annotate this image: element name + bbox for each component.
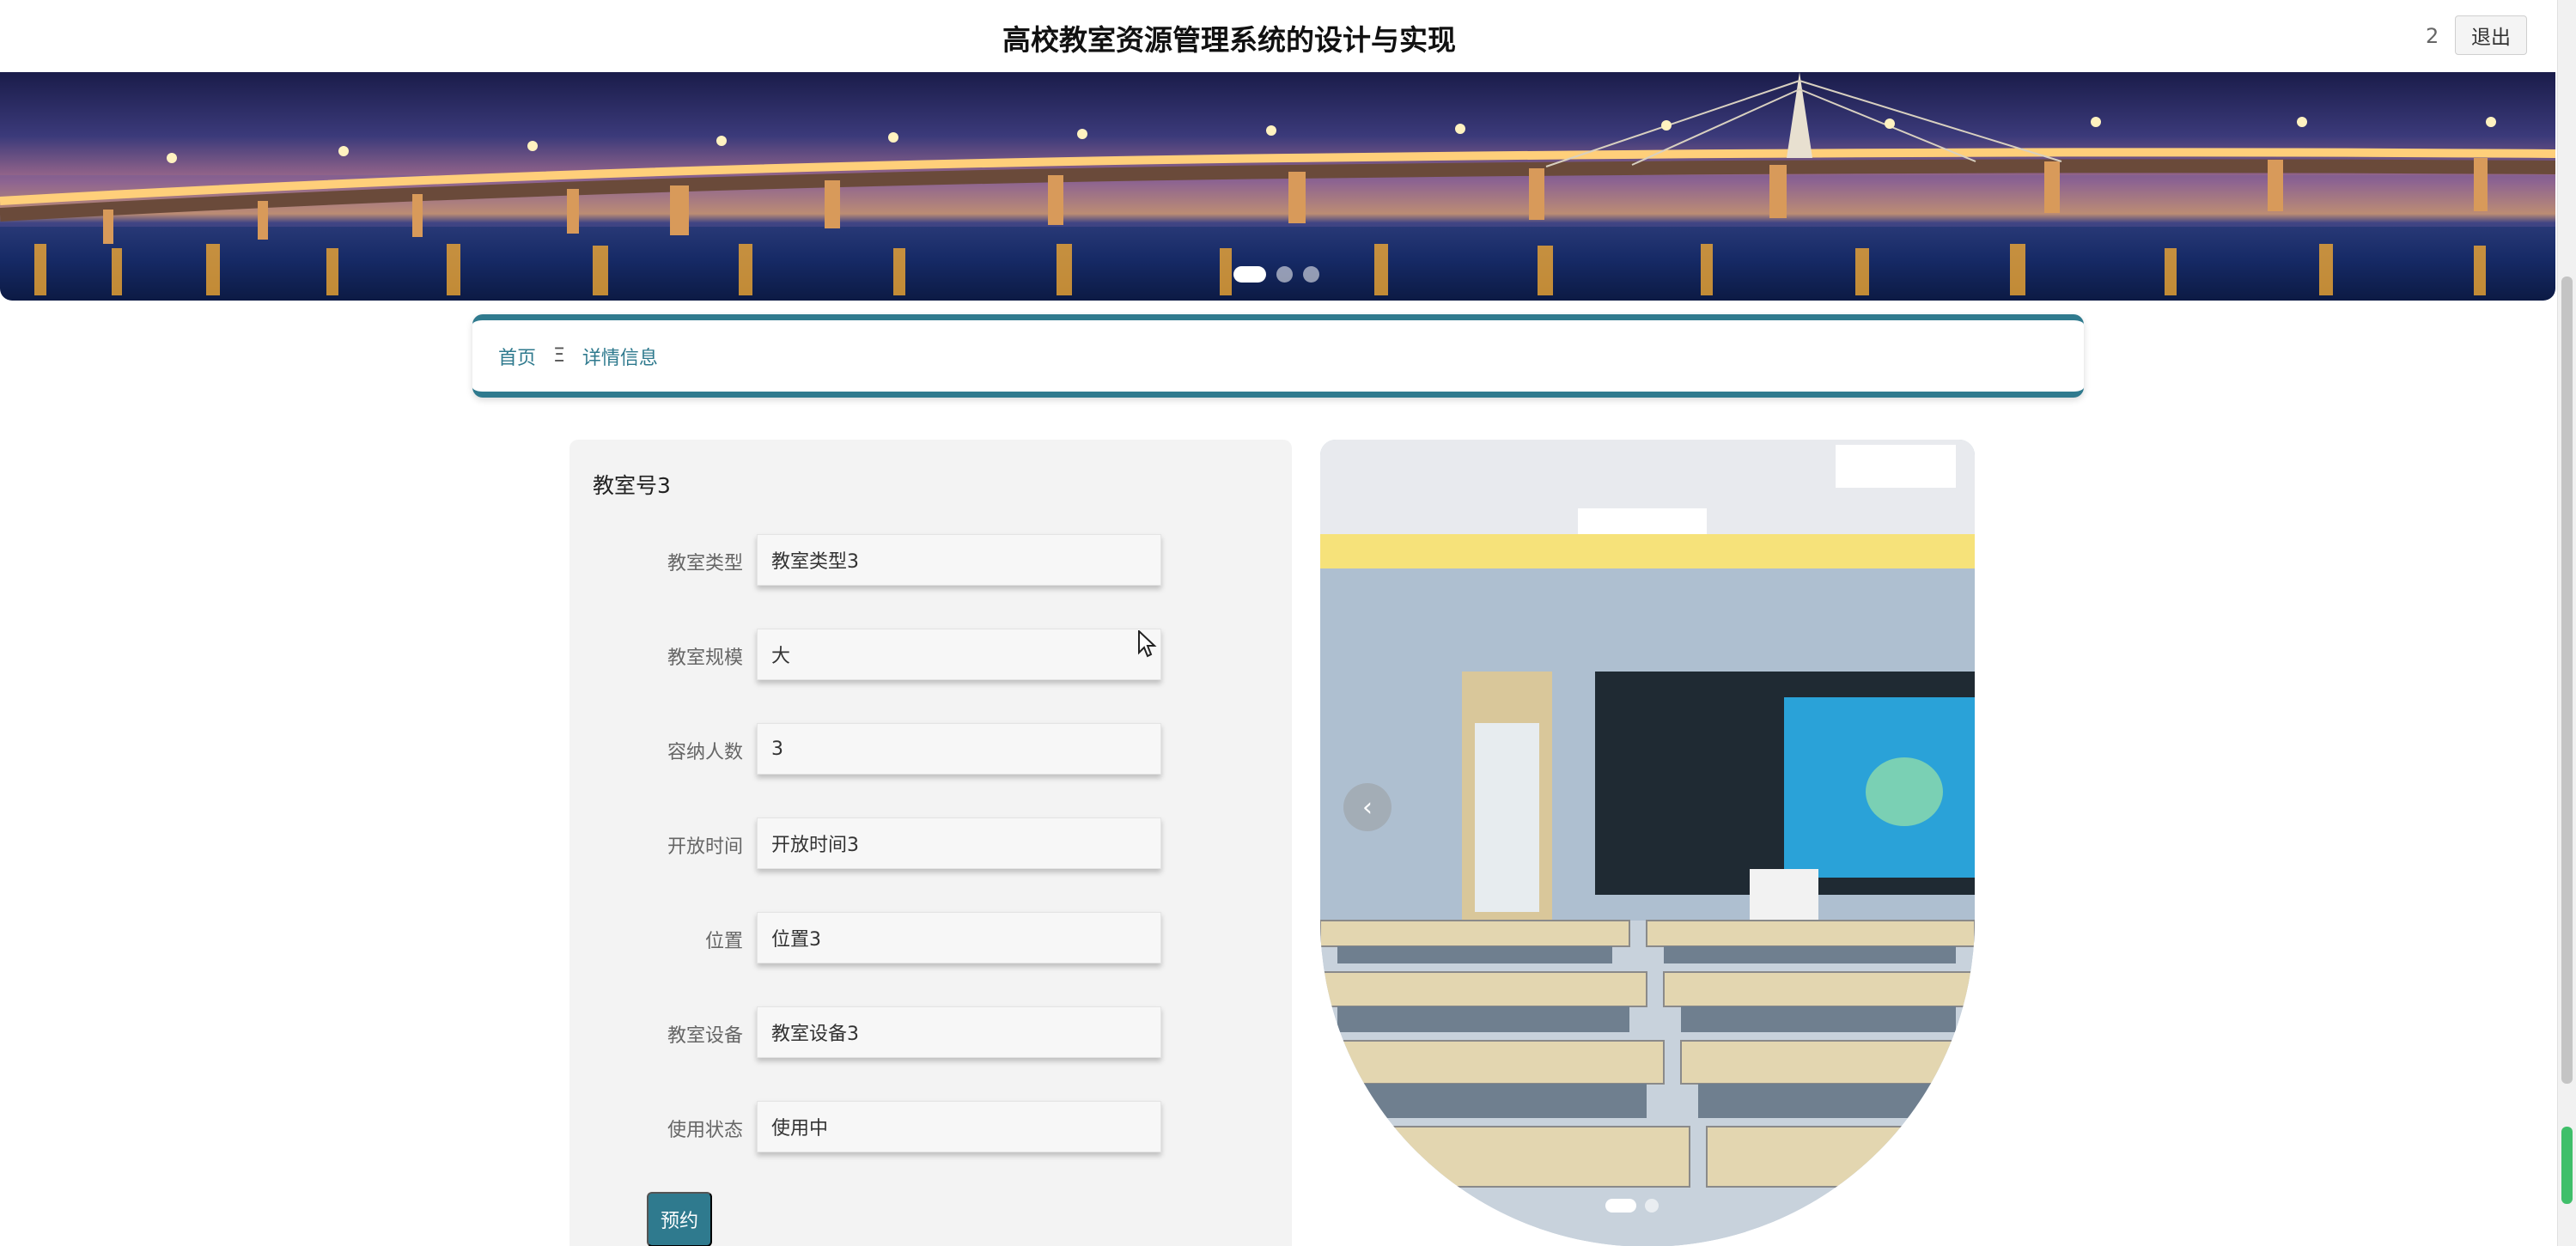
page-scrollbar[interactable] (2557, 0, 2576, 1246)
field-label-status: 使用状态 (667, 1120, 743, 1141)
banner-dot-1[interactable] (1233, 266, 1266, 283)
field-label-capacity: 容纳人数 (667, 742, 743, 763)
breadcrumb-separator-icon: Ξ (553, 345, 565, 367)
scrollbar-indicator (2561, 1127, 2573, 1204)
classroom-photo (1320, 440, 1975, 1246)
top-navbar: 高校教室资源管理系统的设计与实现 2 退出 (0, 0, 2576, 72)
field-status[interactable]: 使用中 (757, 1101, 1161, 1152)
field-capacity[interactable]: 3 (757, 723, 1161, 775)
username-label: 2 (2426, 24, 2439, 48)
mouse-cursor-icon (1138, 630, 1157, 658)
field-size[interactable]: 大 (757, 629, 1161, 680)
site-title: 高校教室资源管理系统的设计与实现 (1002, 23, 1456, 57)
field-type[interactable]: 教室类型3 (757, 534, 1161, 586)
classroom-image-carousel[interactable]: ‹ (1320, 440, 1975, 1246)
breadcrumb-home-link[interactable]: 首页 (498, 343, 536, 370)
field-label-location: 位置 (704, 931, 743, 952)
field-location[interactable]: 位置3 (757, 912, 1161, 963)
banner-dot-3[interactable] (1303, 266, 1319, 283)
breadcrumb: 首页 Ξ 详情信息 (472, 314, 2084, 398)
carousel-dot-1[interactable] (1605, 1199, 1636, 1213)
book-button[interactable]: 预约 (647, 1192, 712, 1246)
classroom-detail-panel: 教室号3 教室类型 教室类型3 教室规模 大 容纳人数 3 开放时间 开放时间3… (569, 440, 1292, 1246)
field-open-time[interactable]: 开放时间3 (757, 817, 1161, 869)
logout-button[interactable]: 退出 (2455, 15, 2527, 55)
carousel-prev-icon[interactable]: ‹ (1343, 783, 1392, 831)
banner-carousel[interactable] (0, 72, 2555, 301)
breadcrumb-current: 详情信息 (582, 347, 658, 369)
field-equipment[interactable]: 教室设备3 (757, 1006, 1161, 1058)
carousel-dot-2[interactable] (1645, 1199, 1659, 1213)
field-label-equipment: 教室设备 (667, 1025, 743, 1047)
scrollbar-thumb[interactable] (2561, 277, 2573, 1084)
banner-dot-2[interactable] (1276, 266, 1293, 283)
banner-pagination (1233, 266, 1319, 283)
field-label-size: 教室规模 (667, 647, 743, 669)
carousel-pagination (1605, 1199, 1659, 1213)
field-label-open-time: 开放时间 (667, 836, 743, 858)
field-label-type: 教室类型 (667, 553, 743, 574)
classroom-title: 教室号3 (593, 473, 671, 498)
